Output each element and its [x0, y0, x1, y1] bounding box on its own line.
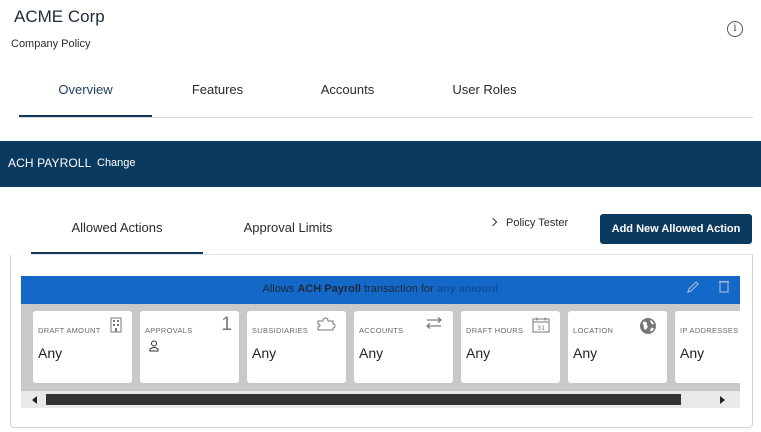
policy-tester-label: Policy Tester	[506, 217, 569, 229]
card-label: DRAFT HOURS	[466, 326, 524, 335]
rule-transaction: ACH Payroll	[297, 283, 361, 295]
condition-card-accounts[interactable]: ACCOUNTS Any	[354, 311, 453, 383]
trash-icon[interactable]	[718, 279, 730, 293]
rule-prefix: Allows	[262, 283, 295, 295]
feature-title: ACH PAYROLL	[8, 156, 92, 170]
edit-icon[interactable]	[686, 280, 700, 294]
card-label: APPROVALS	[145, 326, 193, 335]
condition-card-location[interactable]: LOCATION Any	[568, 311, 667, 383]
main-tabs: Overview Features Accounts User Roles	[19, 70, 753, 118]
chevron-right-icon	[488, 217, 498, 227]
card-value: Any	[466, 345, 491, 361]
add-new-allowed-action-button[interactable]: Add New Allowed Action	[600, 214, 752, 244]
card-value: Any	[38, 345, 63, 361]
company-subtitle: Company Policy	[11, 38, 91, 50]
active-tab-indicator	[19, 115, 152, 117]
condition-card-approvals[interactable]: APPROVALS 1	[140, 311, 239, 383]
horizontal-scrollbar[interactable]	[21, 391, 740, 408]
tab-features[interactable]: Features	[151, 82, 284, 97]
rule-middle: transaction for	[364, 283, 434, 295]
calendar-icon: 31	[532, 317, 550, 333]
approvals-count: 1	[221, 314, 232, 335]
calendar-day: 31	[537, 324, 545, 332]
condition-card-subsidiaries[interactable]: SUBSIDIARIES Any	[247, 311, 346, 383]
allowed-action-rule: Allows ACH Payroll transaction for any a…	[21, 276, 740, 408]
card-label: ACCOUNTS	[359, 326, 404, 335]
rule-header: Allows ACH Payroll transaction for any a…	[21, 276, 740, 304]
rule-amount: any amount	[436, 283, 499, 295]
tab-user-roles[interactable]: User Roles	[418, 82, 551, 97]
card-value: Any	[359, 345, 384, 361]
condition-card-ip-addresses[interactable]: IP ADDRESSES Any	[675, 311, 740, 383]
change-link[interactable]: Change	[97, 157, 136, 169]
tab-approval-limits[interactable]: Approval Limits	[203, 220, 373, 235]
info-icon[interactable]: i	[727, 21, 743, 37]
transfer-arrows-icon	[426, 317, 442, 329]
scroll-left-icon[interactable]	[32, 396, 37, 404]
building-icon	[110, 317, 122, 333]
scroll-thumb[interactable]	[46, 394, 681, 405]
company-name: ACME Corp	[14, 7, 105, 26]
tab-accounts[interactable]: Accounts	[281, 82, 414, 97]
card-value: Any	[252, 345, 277, 361]
policy-tester-link[interactable]: Policy Tester	[488, 217, 569, 229]
condition-card-draft-hours[interactable]: DRAFT HOURS Any 31	[461, 311, 560, 383]
puzzle-icon	[317, 317, 336, 331]
tab-allowed-actions[interactable]: Allowed Actions	[31, 220, 203, 235]
card-label: LOCATION	[573, 326, 614, 335]
feature-bar: ACH PAYROLL Change	[0, 141, 761, 187]
globe-icon	[640, 318, 656, 334]
condition-card-draft-amount[interactable]: DRAFT AMOUNT Any	[33, 311, 132, 383]
tab-overview[interactable]: Overview	[19, 82, 152, 97]
rule-summary: Allows ACH Payroll transaction for any a…	[21, 283, 740, 295]
card-label: IP ADDRESSES	[680, 326, 739, 335]
scroll-right-icon[interactable]	[720, 396, 725, 404]
card-value: Any	[573, 345, 598, 361]
person-icon	[149, 340, 159, 352]
card-label: SUBSIDIARIES	[252, 326, 309, 335]
card-label: DRAFT AMOUNT	[38, 326, 101, 335]
card-value: Any	[680, 345, 705, 361]
